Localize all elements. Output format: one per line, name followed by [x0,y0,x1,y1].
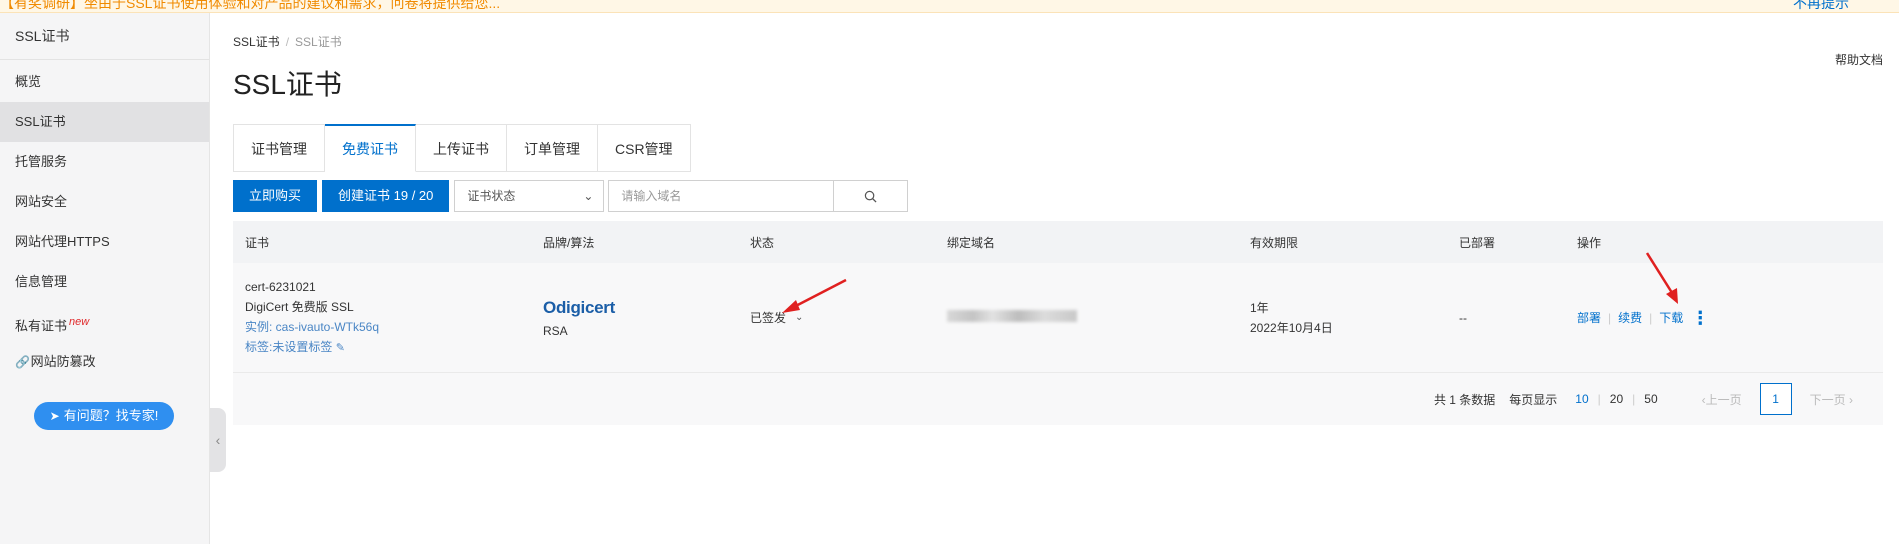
page-size-50[interactable]: 50 [1644,392,1657,406]
sidebar-item-private-cert[interactable]: 私有证书 new [0,302,209,342]
create-cert-button[interactable]: 创建证书 19 / 20 [322,180,450,212]
next-label: 下一页 [1809,392,1846,407]
sidebar-item-hosting[interactable]: 托管服务 [0,142,209,182]
chevron-down-icon: ⌄ [795,312,804,323]
sidebar-item-ssl[interactable]: SSL证书 [0,102,209,142]
col-brand: 品牌/算法 [543,235,595,250]
page-size-10[interactable]: 10 [1575,392,1588,406]
bird-icon: ➤ [49,409,60,423]
breadcrumb-root[interactable]: SSL证书 [233,35,280,49]
edit-icon: ✎ [335,342,345,354]
sidebar-item-proxy-https[interactable]: 网站代理HTTPS [0,222,209,262]
domain-search [608,180,909,212]
sidebar-item-website-security[interactable]: 网站安全 [0,182,209,222]
cert-id: cert-6231021 [245,280,316,294]
col-cert: 证书 [245,235,270,250]
divider: | [1597,392,1601,406]
validity-date: 2022年10月4日 [1250,321,1333,335]
ask-expert-button[interactable]: ➤ 有问题？找专家! [34,402,174,430]
prev-page-button[interactable]: ‹上一页 [1702,391,1742,408]
chevron-right-icon: › [1849,392,1853,407]
page-size-20[interactable]: 20 [1610,392,1623,406]
download-link[interactable]: 下载 [1659,311,1683,325]
domain-cell [947,310,1250,325]
notice-dismiss-link[interactable]: 不再提示 [1793,0,1849,12]
breadcrumb-separator: / [285,35,290,49]
cert-status-select[interactable]: 证书状态 ⌄ [454,180,605,212]
sidebar-item-label: 私有证书 [15,318,68,334]
breadcrumb: SSL证书 / SSL证书 [233,33,342,50]
chevron-down-icon: ⌄ [583,189,594,203]
cert-table: 证书 品牌/算法 状态 绑定域名 有效期限 已部署 操作 cert-623102… [233,221,1883,425]
help-doc-link[interactable]: 帮助文档 [1835,51,1883,68]
cert-instance-link[interactable]: 实例: cas-ivauto-WTk56q [245,317,543,337]
tab-csr-management[interactable]: CSR管理 [598,124,691,172]
search-icon [865,190,877,203]
divider: | [1649,311,1653,325]
col-deployed: 已部署 [1459,235,1496,250]
col-actions: 操作 [1577,235,1602,250]
ask-expert-label: 有问题？找专家! [63,408,159,423]
cert-cell: cert-6231021 DigiCert 免费版 SSL 实例: cas-iv… [233,277,543,358]
tab-cert-management[interactable]: 证书管理 [234,124,325,172]
tab-free-cert[interactable]: 免费证书 [325,124,416,172]
col-validity: 有效期限 [1250,235,1299,250]
new-badge: new [69,316,90,328]
col-domain: 绑定域名 [947,235,996,250]
table-row: cert-6231021 DigiCert 免费版 SSL 实例: cas-iv… [233,263,1883,373]
blurred-domain [947,310,1077,322]
page-1-button[interactable]: 1 [1759,383,1792,415]
status-label: 已签发 [750,311,787,325]
more-actions-icon[interactable]: ⋮ [1691,309,1709,327]
cert-name: DigiCert 免费版 SSL [245,300,354,314]
col-status: 状态 [750,235,775,250]
divider: | [1608,311,1612,325]
deploy-link[interactable]: 部署 [1577,311,1601,325]
sidebar-item-info-management[interactable]: 信息管理 [0,262,209,302]
notice-text: 【有奖调研】坐由于SSL证书使用体验和对产品的建议和需求，问卷将提供给您... [0,0,501,11]
tab-upload-cert[interactable]: 上传证书 [416,124,507,172]
next-page-button[interactable]: 下一页 › [1810,391,1853,408]
pagination: 共 1 条数据 每页显示 10 | 20 | 50 ‹上一页 1 下一页 › [233,373,1883,425]
sidebar-item-overview[interactable]: 概览 [0,62,209,102]
sidebar-title: SSL证书 [0,13,209,60]
notice-banner: 【有奖调研】坐由于SSL证书使用体验和对产品的建议和需求，问卷将提供给您... … [0,0,1899,13]
cert-tag-edit[interactable]: 标签:未设置标签 ✎ [245,337,543,358]
breadcrumb-current: SSL证书 [295,35,342,49]
validity-cell: 1年 2022年10月4日 [1250,299,1459,336]
sidebar: SSL证书 概览 SSL证书 托管服务 网站安全 网站代理HTTPS 信息管理 … [0,13,210,544]
main-content: SSL证书 / SSL证书 SSL证书 帮助文档 证书管理 免费证书 上传证书 订单… [233,13,1899,544]
buy-now-button[interactable]: 立即购买 [233,180,318,212]
domain-search-input[interactable] [609,181,834,211]
tab-order-management[interactable]: 订单管理 [507,124,598,172]
per-page-label: 每页显示 [1509,392,1558,407]
sidebar-item-label: 网站防篡改 [30,354,96,369]
search-button[interactable] [833,181,907,211]
actions-cell: 部署 | 续费 | 下载 ⋮ [1577,309,1877,327]
status-cell: 已签发 ⌄ [750,309,947,326]
prev-label: 上一页 [1705,392,1742,407]
table-header: 证书 品牌/算法 状态 绑定域名 有效期限 已部署 操作 [233,221,1883,263]
total-count: 共 1 条数据 [1433,392,1496,407]
renew-link[interactable]: 续费 [1618,311,1642,325]
deployed-cell: -- [1459,310,1467,325]
brand-name: digicert [555,297,615,317]
page-title: SSL证书 [233,69,342,100]
external-link-icon: 🔗 [15,355,30,369]
digicert-mark-icon: О [543,297,556,317]
brand-cell: Оdigicert RSA [543,298,750,338]
digicert-logo: Оdigicert [543,298,750,318]
toolbar: 立即购买 创建证书 19 / 20 证书状态 ⌄ [233,180,909,212]
status-dropdown[interactable]: 已签发 ⌄ [750,309,803,326]
algo: RSA [543,323,568,338]
tab-bar: 证书管理 免费证书 上传证书 订单管理 CSR管理 [233,124,691,172]
divider: | [1632,392,1636,406]
sidebar-collapse-handle[interactable]: ‹ [210,408,226,472]
cert-tag: 标签:未设置标签 [245,340,333,354]
select-value: 证书状态 [467,189,516,203]
sidebar-item-tamper-protection[interactable]: 🔗 网站防篡改 [0,342,209,382]
validity-term: 1年 [1250,301,1269,315]
